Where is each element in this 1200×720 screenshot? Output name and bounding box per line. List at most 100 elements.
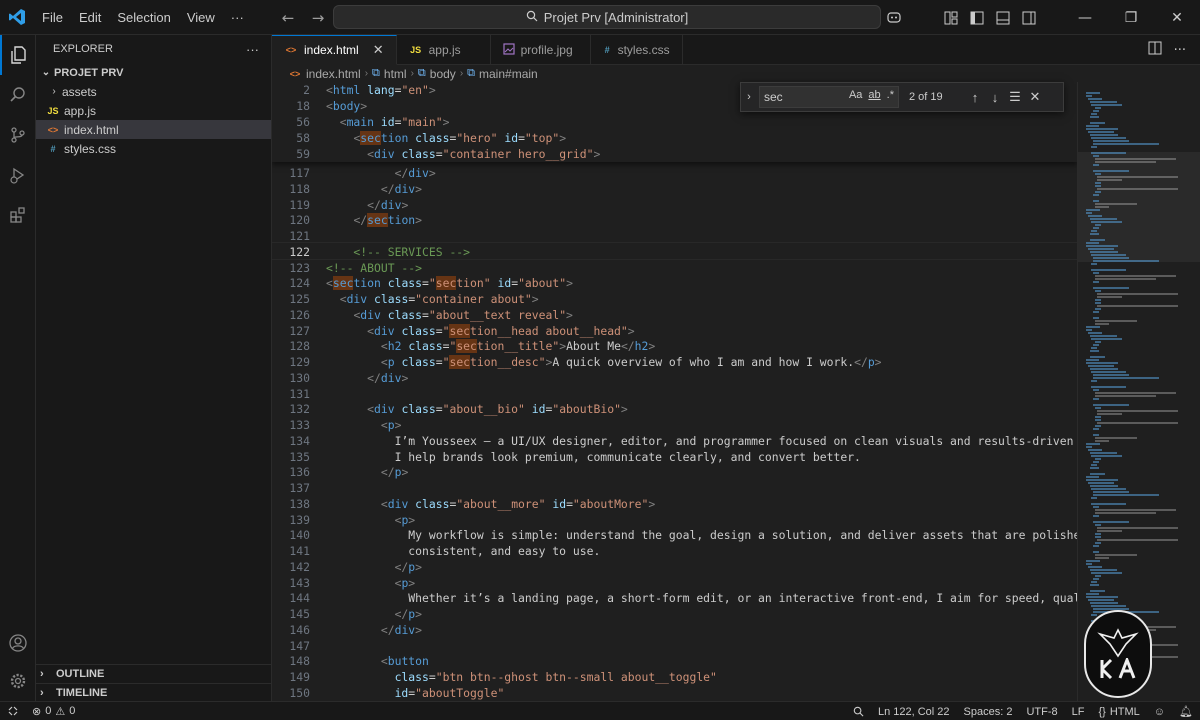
notifications-bell-icon[interactable]: 🔔︎ (1172, 705, 1200, 718)
menu-edit[interactable]: Edit (71, 10, 109, 25)
find-in-selection-icon[interactable]: ☰ (1005, 89, 1025, 105)
code-line[interactable]: 59 <div class="container hero__grid"> (272, 146, 1077, 162)
split-editor-icon[interactable] (1148, 41, 1162, 59)
code-line[interactable]: 136 </p> (272, 464, 1077, 480)
indentation[interactable]: Spaces: 2 (957, 706, 1020, 718)
code-line[interactable]: 129 <p class="section__desc">A quick ove… (272, 354, 1077, 370)
menu-view[interactable]: View (179, 10, 223, 25)
code-line[interactable]: 58 <section class="hero" id="top"> (272, 130, 1077, 146)
code-line[interactable]: 121 (272, 228, 1077, 244)
code-line[interactable]: 125 <div class="container about"> (272, 291, 1077, 307)
code-line[interactable]: 135 I help brands look premium, communic… (272, 449, 1077, 465)
breadcrumb-item[interactable]: html (384, 67, 407, 81)
minimap[interactable] (1077, 82, 1200, 701)
tree-item-assets[interactable]: › assets (36, 82, 271, 101)
code-line[interactable]: 137 (272, 480, 1077, 496)
outline-section[interactable]: › OUTLINE (36, 664, 272, 683)
code-line[interactable]: 119 </div> (272, 197, 1077, 213)
code-line[interactable]: 143 <p> (272, 575, 1077, 591)
end-of-line[interactable]: LF (1065, 706, 1092, 718)
previous-match-arrow-icon[interactable]: ↑ (965, 90, 985, 105)
code-line[interactable]: 144 Whether it’s a landing page, a short… (272, 590, 1077, 606)
encoding[interactable]: UTF-8 (1019, 706, 1064, 718)
cursor-position[interactable]: Ln 122, Col 22 (871, 706, 957, 718)
match-whole-word-icon[interactable]: ab (868, 89, 880, 101)
code-line[interactable]: 140 My workflow is simple: understand th… (272, 527, 1077, 543)
zoom-icon[interactable] (846, 706, 871, 717)
explorer-more-icon[interactable]: ··· (246, 42, 259, 57)
language-mode[interactable]: {} HTML (1091, 706, 1146, 718)
source-control-icon[interactable] (0, 115, 36, 155)
tab-profile-jpg[interactable]: profile.jpg (491, 35, 591, 65)
toggle-secondary-sidebar-icon[interactable] (1016, 0, 1042, 35)
close-icon[interactable]: ✕ (373, 42, 384, 58)
problems-indicator[interactable]: ⊗ 0 ⚠ 0 (25, 705, 82, 718)
more-menu-icon[interactable]: ··· (223, 10, 252, 25)
code-line[interactable]: 145 </p> (272, 606, 1077, 622)
back-arrow-icon[interactable]: ← (276, 9, 300, 27)
code-line[interactable]: 117 </div> (272, 165, 1077, 181)
code-line[interactable]: 149 class="btn btn--ghost btn--small abo… (272, 669, 1077, 685)
code-line[interactable]: 118 </div> (272, 181, 1077, 197)
code-line[interactable]: 56 <main id="main"> (272, 114, 1077, 130)
close-find-icon[interactable]: ✕ (1025, 89, 1045, 105)
code-line[interactable]: 122 <!-- SERVICES --> (272, 244, 1077, 260)
feedback-icon[interactable]: ☺ (1147, 706, 1172, 718)
menu-file[interactable]: File (34, 10, 71, 25)
code-line[interactable]: 132 <div class="about__bio" id="aboutBio… (272, 401, 1077, 417)
tree-item-index-html[interactable]: <> index.html (36, 120, 271, 139)
tab-styles-css[interactable]: # styles.css (591, 35, 683, 65)
run-debug-icon[interactable] (0, 155, 36, 195)
more-actions-icon[interactable]: ··· (1174, 43, 1186, 58)
match-case-icon[interactable]: Aa (849, 89, 862, 101)
code-line[interactable]: 138 <div class="about__more" id="aboutMo… (272, 496, 1077, 512)
restore-icon[interactable]: ❐ (1108, 0, 1154, 35)
tree-item-styles-css[interactable]: # styles.css (36, 139, 271, 158)
code-line[interactable]: 120 </section> (272, 212, 1077, 228)
search-view-icon[interactable] (0, 75, 36, 115)
command-center[interactable]: Projet Prv [Administrator] (333, 5, 881, 29)
code-line[interactable]: 139 <p> (272, 512, 1077, 528)
timeline-section[interactable]: › TIMELINE (36, 683, 272, 702)
code-line[interactable]: 124 <section class="section" id="about"> (272, 275, 1077, 291)
code-line[interactable]: 127 <div class="section__head about__hea… (272, 323, 1077, 339)
code-line[interactable]: 134 I’m Yousseex — a UI/UX designer, edi… (272, 433, 1077, 449)
customize-layout-icon[interactable] (938, 0, 964, 35)
find-input[interactable]: sec Aa ab .* (759, 86, 899, 108)
breadcrumb-item[interactable]: main#main (479, 67, 538, 81)
toggle-sidebar-icon[interactable] (964, 0, 990, 35)
next-match-arrow-icon[interactable]: ↓ (985, 90, 1005, 105)
code-line[interactable]: 150 id="aboutToggle" (272, 685, 1077, 701)
remote-indicator-icon[interactable] (0, 706, 25, 716)
tab-app-js[interactable]: JS app.js (397, 35, 491, 65)
forward-arrow-icon[interactable]: → (306, 9, 330, 27)
account-icon[interactable] (0, 623, 36, 663)
code-line[interactable]: 141 consistent, and easy to use. (272, 543, 1077, 559)
toggle-panel-icon[interactable] (990, 0, 1016, 35)
settings-gear-icon[interactable] (0, 661, 36, 701)
code-line[interactable]: 128 <h2 class="section__title">About Me<… (272, 338, 1077, 354)
code-line[interactable]: 147 (272, 638, 1077, 654)
copilot-icon[interactable] (882, 0, 908, 35)
extensions-icon[interactable] (0, 195, 36, 235)
tree-item-app-js[interactable]: JS app.js (36, 101, 271, 120)
code-line[interactable]: 131 (272, 386, 1077, 402)
project-root-folder[interactable]: ⌄ PROJET PRV (36, 63, 271, 82)
code-line[interactable]: 130 </div> (272, 370, 1077, 386)
code-line[interactable]: 133 <p> (272, 417, 1077, 433)
code-editor[interactable]: 117 </div> 118 </div> 119 </div> 120 </sect… (272, 82, 1077, 701)
tab-index-html[interactable]: <> index.html ✕ (272, 35, 397, 65)
close-window-icon[interactable]: ✕ (1154, 0, 1200, 35)
toggle-replace-chevron-icon[interactable]: › (741, 91, 757, 103)
code-line[interactable]: 142 </p> (272, 559, 1077, 575)
breadcrumb-item[interactable]: index.html (306, 67, 361, 81)
breadcrumb-item[interactable]: body (430, 67, 456, 81)
code-line[interactable]: 146 </div> (272, 622, 1077, 638)
use-regex-icon[interactable]: .* (887, 89, 894, 101)
code-line[interactable]: 148 <button (272, 653, 1077, 669)
menu-selection[interactable]: Selection (109, 10, 178, 25)
minimize-icon[interactable]: — (1062, 0, 1108, 35)
code-line[interactable]: 126 <div class="about__text reveal"> (272, 307, 1077, 323)
code-line[interactable]: 123 <!-- ABOUT --> (272, 260, 1077, 276)
explorer-icon[interactable] (0, 35, 36, 75)
